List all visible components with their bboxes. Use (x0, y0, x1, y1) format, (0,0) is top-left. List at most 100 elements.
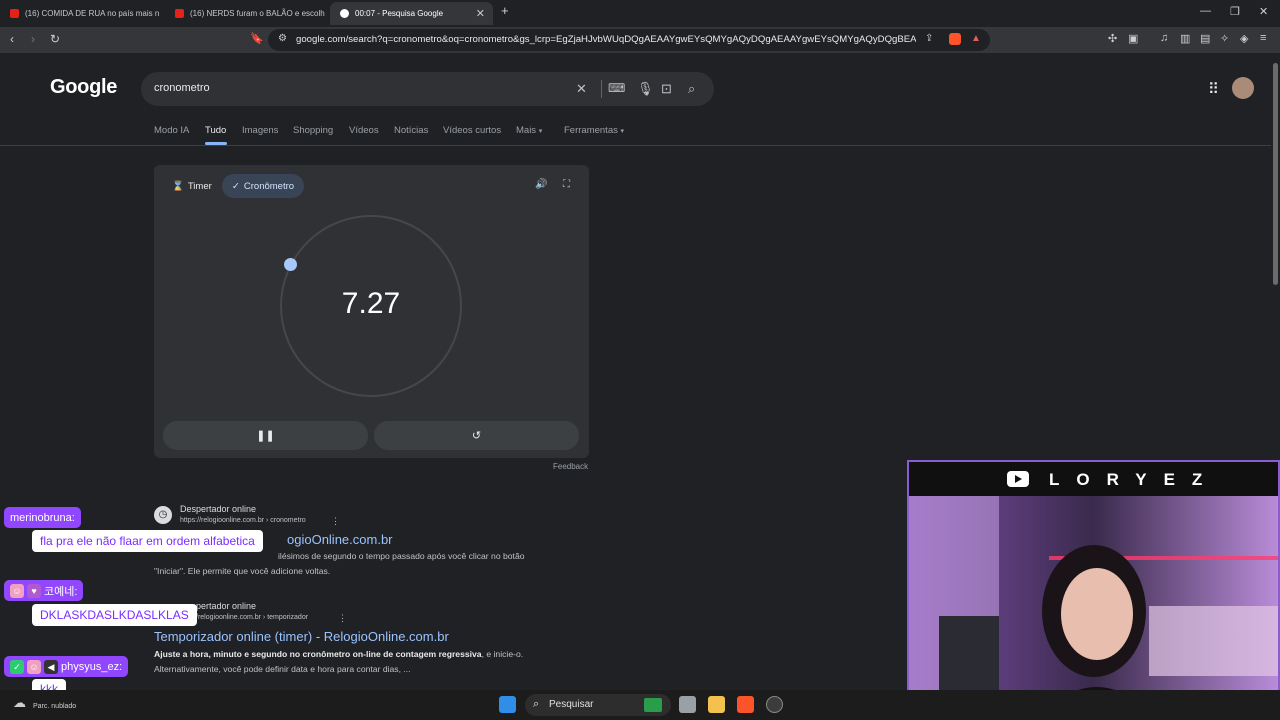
youtube-icon (175, 9, 184, 18)
clear-icon[interactable]: ✕ (576, 81, 587, 97)
browser-tab-strip: (16) COMIDA DE RUA no país mais n (16) N… (0, 0, 1280, 27)
result-snippet: "Iniciar". Ele permite que você adicione… (154, 566, 331, 576)
apps-grid-icon[interactable]: ⠿ (1208, 80, 1219, 98)
weather-icon[interactable]: ☁ (13, 695, 26, 711)
clock-icon: ◷ (154, 506, 172, 524)
webcam-overlay: LORYEZ (907, 460, 1280, 720)
extensions-icon[interactable]: ✣ (1108, 32, 1117, 45)
tab-ferramentas[interactable]: Ferramentas ▾ (564, 125, 624, 136)
google-logo[interactable]: Google (50, 76, 117, 99)
reset-button[interactable]: ↺ (374, 421, 579, 450)
tab-noticias[interactable]: Notícias (394, 125, 428, 136)
music-icon[interactable]: ♫ (1160, 32, 1168, 44)
feedback-link[interactable]: Feedback (553, 462, 588, 471)
weather-label[interactable]: Parc. nublado (33, 703, 76, 710)
ai-icon[interactable]: ✧ (1220, 32, 1229, 45)
search-icon[interactable]: ⌕ (688, 81, 695, 97)
pause-icon: ❚❚ (256, 430, 275, 442)
caret-down-icon: ▾ (538, 128, 543, 135)
result-snippet: ilésimos de segundo o tempo passado após… (278, 551, 525, 561)
tab-videos-curtos[interactable]: Vídeos curtos (443, 125, 501, 136)
emote-icon: ☺ (27, 659, 41, 674)
result-url[interactable]: https://relogioonline.com.br › cronometr… (180, 517, 306, 524)
restore-icon[interactable]: ❐ (1230, 5, 1240, 18)
microphone-icon[interactable]: 🎙 (637, 81, 654, 97)
check-icon: ✓ (231, 180, 240, 192)
reset-icon: ↺ (471, 430, 482, 442)
hourglass-icon: ⌛ (172, 180, 184, 192)
tab-tudo[interactable]: Tudo (205, 125, 226, 136)
wallet-icon[interactable]: ▤ (1200, 32, 1210, 45)
browser-tab-active[interactable]: 00:07 - Pesquisa Google ✕ (330, 2, 493, 25)
result-site-name[interactable]: Despertador online (180, 504, 256, 514)
scrollbar-thumb[interactable] (1273, 63, 1278, 285)
keyboard-icon[interactable]: ⌨ (608, 81, 625, 95)
chat-username-row: ✓ ☺ ◀ physyus_ez: (4, 656, 129, 677)
minimize-icon[interactable]: — (1200, 5, 1211, 17)
channel-banner: LORYEZ (909, 462, 1278, 496)
timer-tab[interactable]: ⌛ Timer (168, 175, 216, 197)
tab-imagens[interactable]: Imagens (242, 125, 278, 136)
forward-icon[interactable]: › (31, 32, 35, 46)
heart-emote-icon: ♥ (27, 583, 41, 598)
address-bar[interactable]: ⚙ google.com/search?q=cronometro&oq=cron… (268, 29, 990, 51)
result-title[interactable]: Temporizador online (timer) - RelogioOnl… (154, 629, 449, 644)
chat-username: merinobruna: (4, 507, 81, 528)
tab-modo-ia[interactable]: Modo IA (154, 125, 189, 136)
result-snippet: Ajuste a hora, minuto e segundo no cronô… (154, 647, 523, 662)
nav-divider (0, 145, 1280, 146)
brave-rewards-icon[interactable]: ▲ (971, 33, 981, 44)
browser-tab[interactable]: (16) COMIDA DE RUA no país mais n (0, 2, 165, 25)
tab-mais[interactable]: Mais ▾ (516, 125, 542, 136)
taskbar-search-label: Pesquisar (549, 699, 594, 710)
fullscreen-icon[interactable]: ⛶ (563, 179, 570, 190)
sidebar-icon[interactable]: ▥ (1180, 32, 1190, 45)
result-url[interactable]: /relogioonline.com.br › temporizador (196, 614, 308, 621)
youtube-icon (1007, 471, 1029, 487)
result-title[interactable]: ogioOnline.com.br (287, 532, 393, 547)
app-icon[interactable] (766, 696, 783, 713)
browser-tab[interactable]: (16) NERDS furam o BALÃO e escolh (165, 2, 330, 25)
screenshot-icon[interactable]: ▣ (1128, 32, 1138, 45)
back-icon[interactable]: ‹ (10, 32, 14, 46)
avatar[interactable] (1232, 77, 1254, 99)
browser-tab-title: (16) NERDS furam o BALÃO e escolh (190, 9, 325, 18)
windows-start-icon[interactable] (499, 696, 516, 713)
vpn-icon[interactable]: ◈ (1240, 32, 1248, 45)
new-tab-button[interactable]: + (501, 3, 509, 18)
menu-icon[interactable]: ≡ (1260, 32, 1266, 44)
windows-taskbar: ☁ Parc. nublado ⌕ Pesquisar (0, 690, 1280, 720)
taskbar-search[interactable]: ⌕ Pesquisar (525, 694, 671, 716)
lens-icon[interactable]: ⊡ (661, 81, 672, 97)
chat-message: fla pra ele não flaar em ordem alfabetic… (32, 530, 263, 552)
more-options-icon[interactable]: ⋮ (331, 516, 340, 527)
tab-shopping[interactable]: Shopping (293, 125, 333, 136)
chat-username: 코예네: (44, 585, 78, 598)
search-box[interactable]: cronometro ✕ ⌨ 🎙 ⊡ ⌕ (141, 72, 714, 106)
address-url[interactable]: google.com/search?q=cronometro&oq=cronom… (296, 34, 916, 45)
close-window-icon[interactable]: ✕ (1259, 5, 1268, 18)
tab-ferramentas-label: Ferramentas (564, 125, 618, 136)
more-options-icon[interactable]: ⋮ (338, 613, 347, 624)
task-view-icon[interactable] (679, 696, 696, 713)
bookmark-icon[interactable]: 🔖 (250, 32, 264, 45)
stopwatch-tab[interactable]: ✓ Cronômetro (222, 174, 304, 198)
channel-handle: LORYEZ (1049, 470, 1220, 489)
pause-button[interactable]: ❚❚ (163, 421, 368, 450)
browser-toolbar: ‹ › ↻ 🔖 ⚙ google.com/search?q=cronometro… (0, 27, 1280, 53)
browser-tab-title: 00:07 - Pesquisa Google (355, 9, 444, 18)
result-site-name[interactable]: pertador online (196, 601, 256, 611)
search-input[interactable]: cronometro (154, 82, 210, 94)
close-tab-icon[interactable]: ✕ (476, 7, 485, 20)
flag-icon (644, 698, 662, 712)
chat-username: physyus_ez: (61, 660, 123, 673)
sound-icon[interactable]: 🔊 (535, 179, 547, 190)
reload-icon[interactable]: ↻ (50, 32, 60, 46)
file-explorer-icon[interactable] (708, 696, 725, 713)
share-icon[interactable]: ⇪ (925, 33, 933, 44)
brave-shields-icon[interactable] (949, 33, 961, 45)
site-info-icon[interactable]: ⚙ (278, 33, 287, 44)
tab-videos[interactable]: Vídeos (349, 125, 379, 136)
youtube-icon (10, 9, 19, 18)
brave-browser-icon[interactable] (737, 696, 754, 713)
